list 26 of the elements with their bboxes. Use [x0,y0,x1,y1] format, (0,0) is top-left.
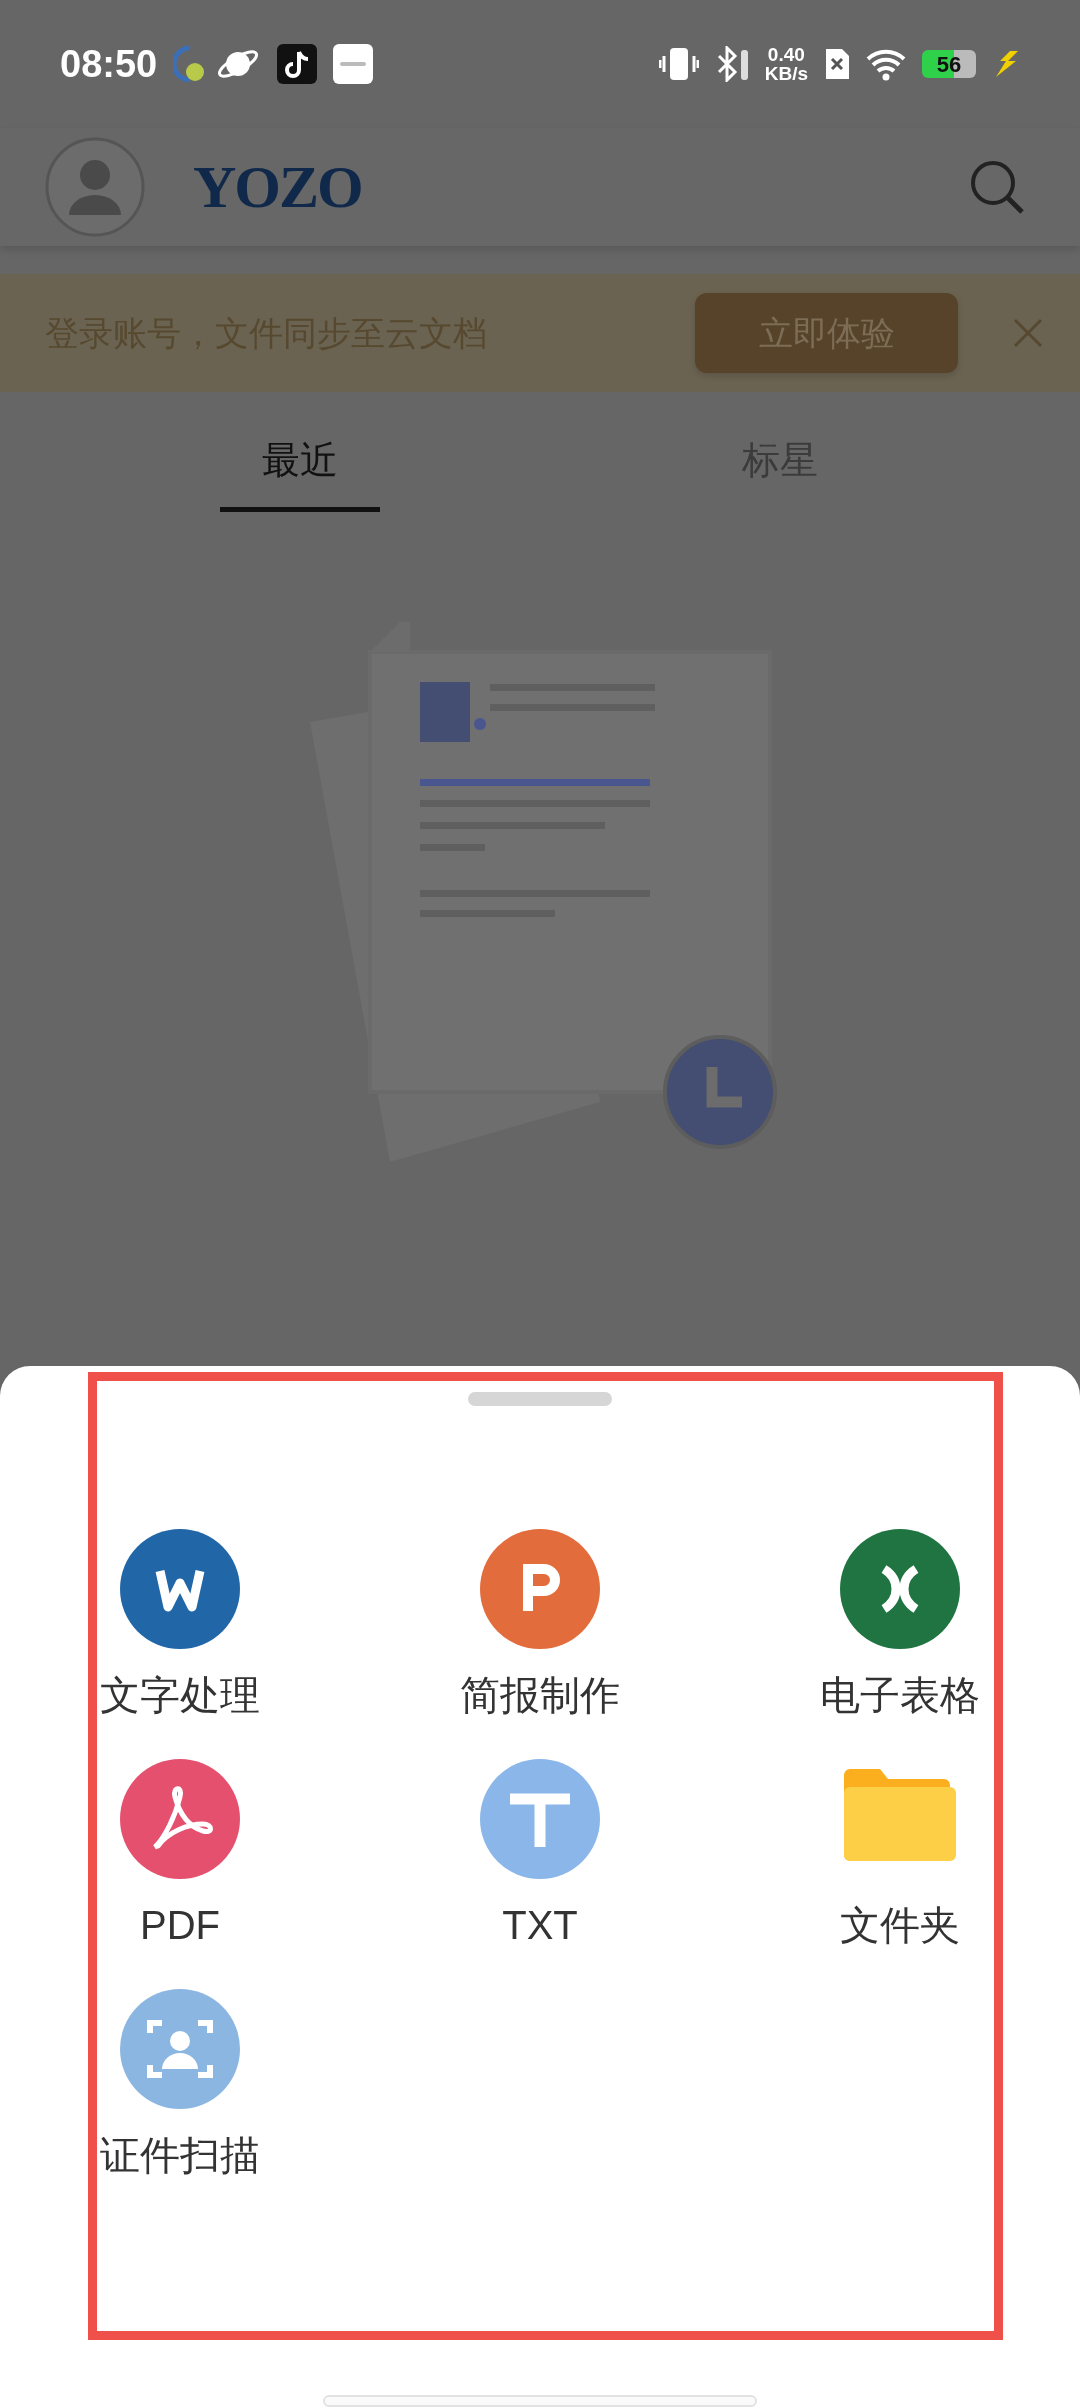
new-item-button[interactable]: 电子表格 [720,1529,1080,1719]
pdf-icon [120,1759,240,1879]
app-logo: YOZO [193,153,362,222]
clock-time: 08:50 [60,41,158,87]
new-item-button[interactable]: 文件夹 [720,1759,1080,1949]
text-icon [480,1759,600,1879]
id-scan-icon [120,1989,240,2109]
new-item-button[interactable]: 文字处理 [0,1529,360,1719]
new-item-button[interactable]: TXT [360,1759,720,1949]
new-item-button[interactable]: PDF [0,1759,360,1949]
new-item-button[interactable]: 简报制作 [360,1529,720,1719]
sim-icon [824,47,850,81]
search-icon[interactable] [969,159,1025,215]
document-icon [120,1529,240,1649]
wifi-icon [866,47,906,81]
speed-value: 0.40 [766,45,806,64]
presentation-icon [480,1529,600,1649]
music-note-icon [277,44,318,84]
close-icon[interactable] [1012,317,1044,349]
vibrate-icon [658,46,699,82]
drag-handle[interactable] [468,1392,612,1406]
avatar-icon[interactable] [45,137,145,237]
new-item-button[interactable]: 证件扫描 [0,1989,360,2179]
speed-unit: KB/s [764,64,808,83]
app-icon [333,44,374,84]
spreadsheet-icon [840,1529,960,1649]
